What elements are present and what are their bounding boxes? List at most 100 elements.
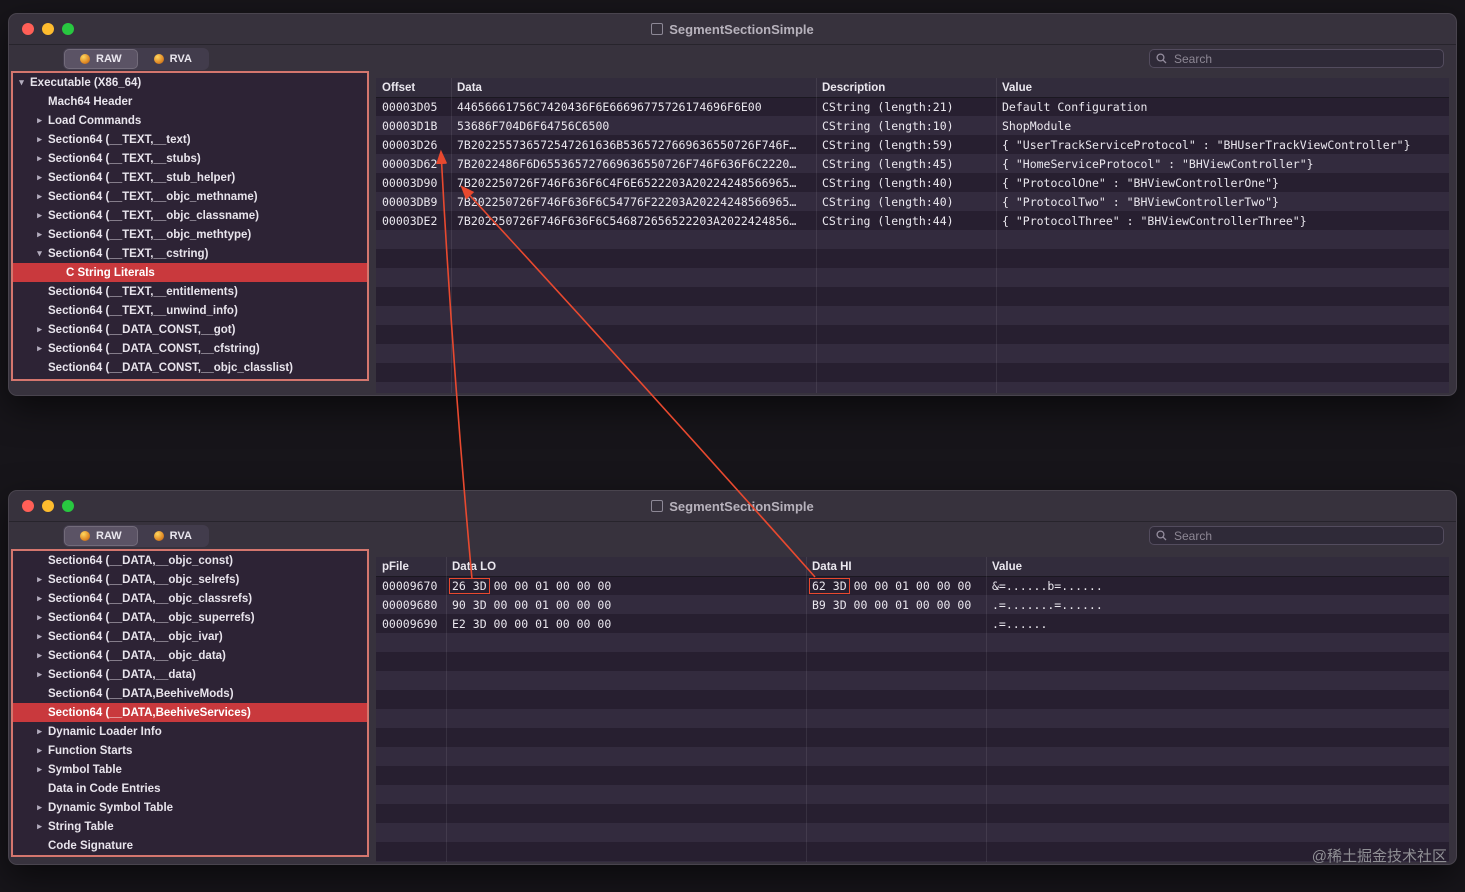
sidebar-item[interactable]: Section64 (__DATA,BeehiveMods) (13, 684, 367, 703)
chevron-down-icon[interactable]: ▾ (33, 248, 46, 259)
sidebar-item[interactable]: Data in Code Entries (13, 779, 367, 798)
table-cell: E2 3D 00 00 01 00 00 00 (452, 616, 612, 631)
chevron-right-icon[interactable]: ▸ (33, 229, 46, 240)
sidebar-item[interactable]: ▸ Symbol Table (13, 760, 367, 779)
sidebar-item[interactable]: ▾ Section64 (__TEXT,__cstring) (13, 244, 367, 263)
sidebar-item[interactable]: Section64 (__DATA,BeehiveServices) (13, 703, 367, 722)
column-header[interactable]: Data HI (806, 557, 986, 576)
chevron-right-icon[interactable]: ▸ (33, 764, 46, 775)
sidebar-item[interactable]: ▸ Section64 (__DATA_CONST,__got) (13, 320, 367, 339)
table-row[interactable]: 00003D1B 53686F704D6F64756C6500 CString (l… (376, 116, 1449, 135)
sidebar-item[interactable]: ▸ Section64 (__TEXT,__objc_methname) (13, 187, 367, 206)
table-row[interactable]: 00003DE2 7B202250726F746F636F6C5468726565… (376, 211, 1449, 230)
chevron-right-icon[interactable]: ▸ (33, 669, 46, 680)
search-input[interactable] (1172, 50, 1437, 67)
table-row[interactable]: 00003D05 44656661756C7420436F6E6669677572… (376, 97, 1449, 116)
search-input[interactable] (1172, 527, 1437, 544)
sidebar-item[interactable]: ▸ Dynamic Symbol Table (13, 798, 367, 817)
raw-tab[interactable]: RAW (64, 525, 138, 546)
close-button[interactable] (22, 500, 34, 512)
sidebar-item[interactable]: ▸ Section64 (__DATA,__objc_superrefs) (13, 608, 367, 627)
table-row[interactable]: 00003D90 7B202250726F746F636F6C4F6E652220… (376, 173, 1449, 192)
sidebar-item[interactable]: ▸ String Table (13, 817, 367, 836)
chevron-right-icon[interactable]: ▸ (33, 745, 46, 756)
sidebar-item-label: Dynamic Symbol Table (48, 801, 174, 814)
rva-tab[interactable]: RVA (138, 526, 208, 546)
sidebar-item[interactable]: C String Literals (13, 263, 367, 282)
zoom-button[interactable] (62, 23, 74, 35)
column-header[interactable]: Value (986, 557, 1449, 576)
raw-tab[interactable]: RAW (64, 48, 138, 69)
chevron-right-icon[interactable]: ▸ (33, 802, 46, 813)
column-header[interactable]: Offset (376, 78, 451, 97)
table-cell: .=.......=...... (992, 597, 1103, 612)
chevron-right-icon[interactable]: ▸ (33, 210, 46, 221)
column-header[interactable]: pFile (376, 557, 446, 576)
search-field[interactable] (1149, 49, 1444, 68)
table-row[interactable]: 00003DB9 7B202250726F746F636F6C54776F2220… (376, 192, 1449, 211)
sidebar-item[interactable]: Section64 (__TEXT,__entitlements) (13, 282, 367, 301)
sidebar-item[interactable]: Code Signature (13, 836, 367, 855)
minimize-button[interactable] (42, 500, 54, 512)
column-header[interactable]: Description (816, 78, 996, 97)
sidebar-item[interactable]: Mach64 Header (13, 92, 367, 111)
sidebar-item[interactable]: ▸ Section64 (__DATA,__objc_ivar) (13, 627, 367, 646)
window-proxy-icon[interactable] (651, 500, 664, 512)
column-header[interactable]: Data (451, 78, 816, 97)
chevron-right-icon[interactable]: ▸ (33, 631, 46, 642)
sidebar-item[interactable]: ▸ Section64 (__DATA,__objc_data) (13, 646, 367, 665)
chevron-right-icon[interactable]: ▸ (33, 191, 46, 202)
table-row[interactable]: 00009680 90 3D 00 00 01 00 00 00 B9 3D 00 … (376, 595, 1449, 614)
chevron-right-icon[interactable]: ▸ (33, 593, 46, 604)
chevron-right-icon[interactable]: ▸ (33, 115, 46, 126)
sidebar-item[interactable]: ▸ Dynamic Loader Info (13, 722, 367, 741)
sidebar-item-label: Section64 (__DATA,__data) (48, 668, 196, 681)
sidebar-item[interactable]: ▾ Executable (X86_64) (13, 73, 367, 92)
table-cell: 00003D26 (382, 137, 438, 152)
close-button[interactable] (22, 23, 34, 35)
table-cell: 62 3D 00 00 01 00 00 00 (806, 576, 986, 595)
sidebar-item[interactable]: ▸ Section64 (__DATA_CONST,__cfstring) (13, 339, 367, 358)
table-row[interactable]: 00009670 26 3D 00 00 01 00 00 00 62 3D 00 00… (376, 576, 1449, 595)
titlebar[interactable]: SegmentSectionSimple (9, 491, 1456, 522)
chevron-right-icon[interactable]: ▸ (33, 650, 46, 661)
chevron-right-icon[interactable]: ▸ (33, 726, 46, 737)
sidebar-item[interactable]: ▸ Section64 (__DATA,__objc_selrefs) (13, 570, 367, 589)
sidebar-item[interactable]: Section64 (__DATA,__objc_const) (13, 551, 367, 570)
raw-rva-segmented-control: RAW RVA (63, 524, 209, 547)
sidebar-item[interactable]: ▸ Section64 (__DATA,__objc_classrefs) (13, 589, 367, 608)
titlebar[interactable]: SegmentSectionSimple (9, 14, 1456, 45)
sidebar-item-label: Section64 (__DATA,__objc_data) (48, 649, 226, 662)
chevron-right-icon[interactable]: ▸ (33, 574, 46, 585)
chevron-right-icon[interactable]: ▸ (33, 134, 46, 145)
minimize-button[interactable] (42, 23, 54, 35)
table-row[interactable]: 00003D62 7B2022486F6D65536572766963655072… (376, 154, 1449, 173)
chevron-right-icon[interactable]: ▸ (33, 343, 46, 354)
chevron-right-icon[interactable]: ▸ (33, 172, 46, 183)
sidebar-item[interactable]: ▸ Section64 (__TEXT,__objc_classname) (13, 206, 367, 225)
sidebar-item[interactable]: ▸ Section64 (__DATA,__data) (13, 665, 367, 684)
chevron-right-icon[interactable]: ▸ (33, 821, 46, 832)
sidebar-item[interactable]: ▸ Section64 (__TEXT,__stub_helper) (13, 168, 367, 187)
chevron-right-icon[interactable]: ▸ (33, 612, 46, 623)
rva-tab[interactable]: RVA (138, 49, 208, 69)
chevron-down-icon[interactable]: ▾ (15, 77, 28, 88)
search-field[interactable] (1149, 526, 1444, 545)
table-row[interactable]: 00009690 E2 3D 00 00 01 00 00 00 .=...... (376, 614, 1449, 633)
zoom-button[interactable] (62, 500, 74, 512)
sidebar-item[interactable]: ▸ Function Starts (13, 741, 367, 760)
sidebar-item[interactable]: Section64 (__DATA_CONST,__objc_classlist… (13, 358, 367, 377)
sidebar-item[interactable]: ▸ Section64 (__TEXT,__text) (13, 130, 367, 149)
column-header[interactable]: Data LO (446, 557, 806, 576)
window-proxy-icon[interactable] (651, 23, 664, 35)
table-cell: Default Configuration (1002, 99, 1148, 114)
table-cell: CString (length:10) (822, 118, 954, 133)
table-row[interactable]: 00003D26 7B202255736572547261636B53657276… (376, 135, 1449, 154)
sidebar-item[interactable]: Section64 (__TEXT,__unwind_info) (13, 301, 367, 320)
sidebar-item[interactable]: ▸ Section64 (__TEXT,__objc_methtype) (13, 225, 367, 244)
sidebar-item[interactable]: ▸ Section64 (__TEXT,__stubs) (13, 149, 367, 168)
column-header[interactable]: Value (996, 78, 1449, 97)
sidebar-item[interactable]: ▸ Load Commands (13, 111, 367, 130)
chevron-right-icon[interactable]: ▸ (33, 153, 46, 164)
chevron-right-icon[interactable]: ▸ (33, 324, 46, 335)
